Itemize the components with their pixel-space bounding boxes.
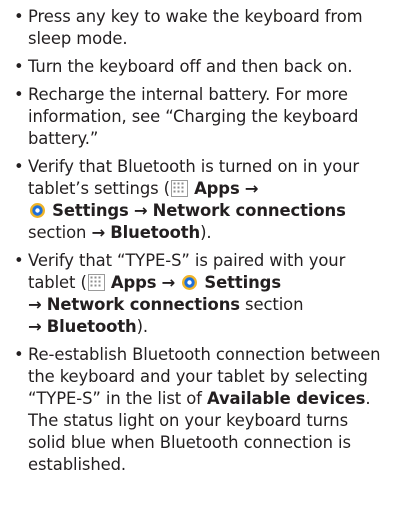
item-text: Turn the keyboard off and then back on.	[28, 57, 353, 76]
settings-gear-icon	[29, 202, 46, 219]
list-item: • Turn the keyboard off and then back on…	[14, 56, 390, 78]
section-text: section	[28, 223, 87, 242]
bullet-marker: •	[14, 251, 24, 270]
settings-label: Settings	[52, 201, 129, 220]
arrow: →	[28, 317, 42, 336]
apps-grid-icon	[87, 274, 105, 291]
bullet-marker: •	[14, 7, 24, 26]
settings-label: Settings	[204, 273, 281, 292]
arrow: →	[244, 179, 259, 198]
arrow: →	[91, 223, 106, 242]
arrow: →	[161, 273, 176, 292]
available-devices-label: Available devices	[206, 389, 366, 408]
item-text: Press any key to wake the keyboard from …	[28, 7, 363, 48]
item-text: Recharge the internal battery. For more …	[28, 85, 359, 148]
arrow: →	[133, 201, 148, 220]
arrow: →	[28, 295, 42, 314]
bullet-marker: •	[14, 157, 24, 176]
settings-gear-icon	[181, 274, 198, 291]
bluetooth-label: Bluetooth	[110, 223, 201, 242]
apps-label: Apps	[194, 179, 240, 198]
list-item: • Re-establish Bluetooth connection betw…	[14, 344, 390, 476]
bullet-marker: •	[14, 345, 24, 364]
troubleshooting-page: • Press any key to wake the keyboard fro…	[0, 0, 393, 506]
list-item: • Verify that “TYPE-S” is paired with yo…	[14, 250, 390, 338]
closing-text: ).	[136, 317, 149, 336]
bullet-marker: •	[14, 85, 24, 104]
list-item: • Press any key to wake the keyboard fro…	[14, 6, 390, 50]
apps-grid-icon	[170, 180, 188, 197]
list-item: • Verify that Bluetooth is turned on in …	[14, 156, 390, 244]
apps-label: Apps	[110, 273, 157, 292]
bullet-marker: •	[14, 57, 24, 76]
bluetooth-label: Bluetooth	[46, 317, 137, 336]
troubleshooting-list: • Press any key to wake the keyboard fro…	[0, 0, 390, 476]
section-text: section	[245, 295, 304, 314]
network-connections-label: Network connections	[152, 201, 346, 220]
network-connections-label: Network connections	[46, 295, 240, 314]
list-item: • Recharge the internal battery. For mor…	[14, 84, 390, 150]
closing-text: ).	[200, 223, 212, 242]
